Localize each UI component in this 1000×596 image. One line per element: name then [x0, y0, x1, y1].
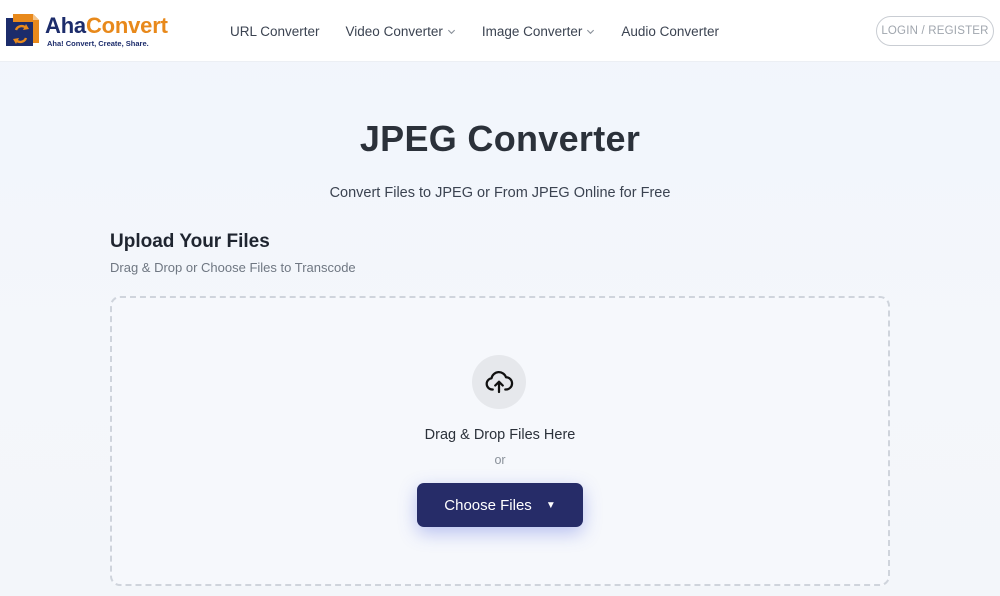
- main-nav: URL Converter Video Converter Image Conv…: [230, 0, 745, 62]
- upload-subheading: Drag & Drop or Choose Files to Transcode: [110, 260, 356, 275]
- cloud-upload-icon: [485, 371, 514, 394]
- logo-icon: [6, 14, 39, 46]
- nav-label: Image Converter: [481, 23, 583, 39]
- drop-instruction: Drag & Drop Files Here: [424, 427, 576, 443]
- nav-label: URL Converter: [230, 23, 320, 39]
- brand-name: AhaConvert: [45, 12, 168, 38]
- caret-down-icon: ▼: [545, 499, 556, 511]
- upload-icon-wrap: [472, 355, 526, 409]
- nav-label: Audio Converter: [621, 23, 719, 39]
- nav-url-converter[interactable]: URL Converter: [230, 24, 320, 39]
- nav-label: Video Converter: [345, 23, 443, 39]
- brand-name-part1: Aha: [45, 12, 86, 38]
- brand-logo[interactable]: AhaConvert Aha! Convert, Create, Share.: [5, 12, 168, 50]
- choose-files-button[interactable]: Choose Files ▼: [417, 483, 583, 527]
- upload-heading: Upload Your Files: [110, 231, 270, 252]
- or-separator: or: [494, 453, 506, 467]
- brand-name-part2: Convert: [85, 12, 168, 38]
- chevron-down-icon: [447, 29, 455, 34]
- nav-image-converter[interactable]: Image Converter: [482, 24, 596, 39]
- login-register-button[interactable]: LOGIN / REGISTER: [876, 16, 994, 46]
- choose-files-label: Choose Files: [444, 496, 532, 514]
- page-title: JPEG Converter: [359, 118, 641, 159]
- brand-tagline: Aha! Convert, Create, Share.: [47, 38, 149, 48]
- top-header: AhaConvert Aha! Convert, Create, Share. …: [0, 0, 1000, 62]
- chevron-down-icon: [587, 29, 595, 34]
- nav-video-converter[interactable]: Video Converter: [346, 24, 456, 39]
- nav-audio-converter[interactable]: Audio Converter: [621, 24, 719, 39]
- page-subtitle: Convert Files to JPEG or From JPEG Onlin…: [329, 185, 671, 201]
